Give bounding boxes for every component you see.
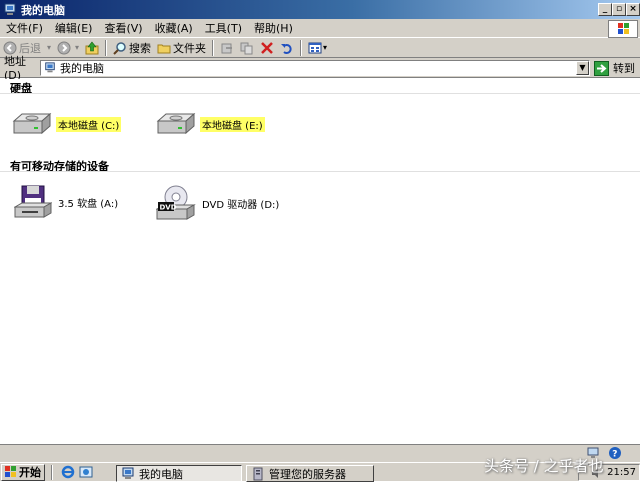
window-title: 我的电脑 (21, 3, 65, 17)
my-computer-icon (45, 62, 55, 73)
drive-label-d: DVD 驱动器 (D:) (202, 199, 280, 211)
group-divider (0, 93, 640, 94)
undo-button[interactable] (277, 39, 297, 57)
drive-item-d[interactable]: DVD DVD 驱动器 (D:) (156, 185, 281, 221)
menu-file[interactable]: 文件(F) (0, 20, 49, 37)
taskbar-separator (51, 464, 53, 480)
chevron-down-icon: ▾ (47, 43, 52, 52)
undo-icon (281, 43, 292, 54)
address-bar: 地址(D) 我的电脑 ▼ 转到 (0, 55, 640, 82)
up-folder-button[interactable] (82, 39, 102, 57)
standard-toolbar: 后退 ▾ ▾ 搜索 文件夹 ▾ (0, 38, 640, 58)
go-arrow-icon (594, 60, 609, 76)
help-icon: ? (609, 447, 621, 460)
drive-item-c[interactable]: 本地磁盘 (C:) (12, 111, 122, 137)
forward-button[interactable]: ▾ (54, 39, 82, 57)
restore-button[interactable]: ▫ (612, 3, 626, 16)
address-value: 我的电脑 (60, 62, 104, 75)
copy-to-button[interactable] (237, 39, 257, 57)
server-icon (253, 467, 263, 480)
go-button[interactable]: 转到 (594, 60, 635, 76)
folders-button[interactable]: 文件夹 (154, 39, 209, 57)
task-button-manage-server[interactable]: 管理您的服务器 (246, 465, 374, 482)
drive-label-e: 本地磁盘 (E:) (200, 116, 265, 132)
windows-logo-icon (608, 20, 638, 38)
go-label: 转到 (613, 62, 635, 75)
clock[interactable]: 21:57 (607, 467, 636, 478)
drive-item-a[interactable]: 3.5 软盘 (A:) (14, 185, 120, 219)
minimize-button[interactable]: _ (598, 3, 612, 16)
hard-disk-icon (156, 112, 196, 135)
my-computer-icon (122, 467, 134, 479)
delete-button[interactable] (257, 39, 277, 57)
toolbar-separator (300, 39, 303, 56)
address-label: 地址(D) (4, 55, 26, 82)
drive-label-c: 本地磁盘 (C:) (56, 116, 122, 132)
start-button[interactable]: 开始 (1, 463, 45, 481)
task-button-my-computer[interactable]: 我的电脑 (116, 465, 242, 482)
forward-arrow-icon (57, 41, 71, 54)
views-button[interactable]: ▾ (305, 39, 330, 57)
my-computer-window: 我的电脑 _ ▫ × 文件(F) 编辑(E) 查看(V) 收藏(A) 工具(T)… (0, 0, 640, 462)
chevron-down-icon: ▾ (75, 43, 80, 52)
show-desktop-icon[interactable] (79, 465, 93, 479)
copy-to-icon (240, 42, 253, 54)
menu-edit[interactable]: 编辑(E) (49, 20, 99, 37)
menu-bar: 文件(F) 编辑(E) 查看(V) 收藏(A) 工具(T) 帮助(H) (0, 19, 640, 38)
folder-icon (157, 44, 171, 53)
search-icon (113, 41, 126, 55)
menu-help[interactable]: 帮助(H) (248, 20, 299, 37)
floppy-drive-icon (14, 185, 52, 218)
start-label: 开始 (19, 466, 41, 479)
drive-item-e[interactable]: 本地磁盘 (E:) (156, 111, 265, 137)
task-label: 我的电脑 (139, 467, 183, 481)
dvd-drive-icon: DVD (156, 185, 196, 220)
move-to-button[interactable] (217, 39, 237, 57)
my-computer-icon (4, 3, 16, 15)
address-dropdown-button[interactable]: ▼ (576, 61, 589, 75)
svg-text:?: ? (612, 450, 617, 460)
folders-label: 文件夹 (173, 41, 207, 55)
menu-view[interactable]: 查看(V) (98, 20, 148, 37)
drive-label-a: 3.5 软盘 (A:) (58, 198, 119, 210)
up-folder-icon (85, 41, 99, 54)
menu-favorites[interactable]: 收藏(A) (149, 20, 199, 37)
search-button[interactable]: 搜索 (110, 39, 154, 57)
address-input[interactable]: 我的电脑 ▼ (40, 60, 590, 76)
svg-text:DVD: DVD (160, 204, 177, 212)
chevron-down-icon: ▾ (323, 43, 328, 52)
hard-disk-icon (12, 112, 52, 135)
internet-explorer-icon[interactable] (61, 465, 75, 479)
file-view-pane[interactable]: 硬盘 本地磁盘 (C:) 本地磁盘 (E:) 有可移动存储的设备 3.5 软盘 … (0, 79, 640, 444)
search-label: 搜索 (129, 41, 152, 55)
toolbar-separator (212, 39, 215, 56)
menu-tools[interactable]: 工具(T) (199, 20, 248, 37)
move-to-icon (221, 43, 233, 53)
watermark-text: 头条号 / 之乎者也 (484, 457, 604, 475)
views-icon (308, 42, 322, 53)
toolbar-separator (105, 39, 108, 56)
close-button[interactable]: × (626, 3, 640, 16)
group-divider (0, 171, 640, 172)
windows-flag-icon (5, 466, 16, 477)
title-bar[interactable]: 我的电脑 _ ▫ × (0, 0, 640, 19)
delete-x-icon (261, 41, 273, 54)
task-label: 管理您的服务器 (269, 467, 346, 481)
